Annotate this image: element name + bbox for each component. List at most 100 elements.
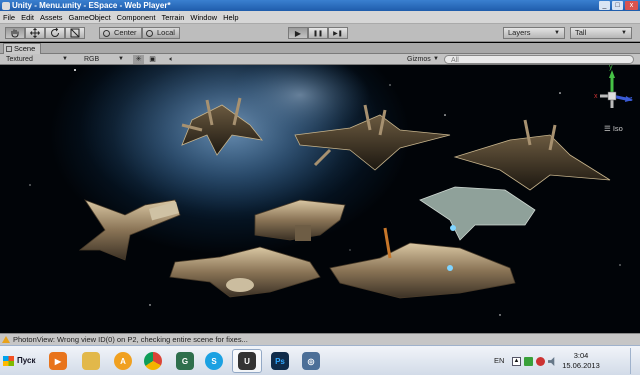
title-bar: Unity - Menu.unity - ESpace - Web Player… <box>0 0 640 11</box>
windows-logo-icon <box>3 356 14 366</box>
status-message: PhotonView: Wrong view ID(0) on P2, chec… <box>13 335 248 344</box>
rotate-tool-button[interactable] <box>45 27 65 39</box>
lighting-toggle-icon[interactable]: ✳ <box>133 55 144 64</box>
chrome-icon <box>144 352 162 370</box>
gizmo-axis-x: x <box>594 93 598 100</box>
warning-icon <box>2 336 10 343</box>
hand-tool-button[interactable] <box>5 27 25 39</box>
tray-app-icon[interactable] <box>524 357 533 366</box>
rotate-icon <box>51 28 59 37</box>
chevron-down-icon: ▼ <box>433 56 439 62</box>
render-mode-dropdown[interactable]: Textured <box>6 55 33 64</box>
local-icon <box>146 30 153 37</box>
gizmos-dropdown[interactable]: Gizmos <box>407 55 431 64</box>
layers-label: Layers <box>508 28 531 37</box>
scene-search-input[interactable]: All <box>444 55 634 64</box>
scene-tab-label: Scene <box>14 44 36 53</box>
layers-dropdown[interactable]: Layers ▼ <box>503 27 565 39</box>
clock-time: 3:04 <box>573 351 589 360</box>
pivot-center-toggle[interactable]: Center <box>99 27 142 39</box>
step-button[interactable]: ▶❚ <box>328 27 348 39</box>
language-indicator[interactable]: EN <box>494 356 504 365</box>
audio-toggle-icon[interactable]: 🔈︎ <box>166 55 177 64</box>
menu-edit[interactable]: Edit <box>18 13 37 22</box>
taskbar-app-green[interactable]: G <box>171 349 199 373</box>
scale-icon <box>70 28 80 38</box>
menu-component[interactable]: Component <box>114 13 159 22</box>
photoshop-icon: Ps <box>271 352 289 370</box>
tab-scene[interactable]: Scene <box>3 43 41 54</box>
taskbar-app-explorer[interactable] <box>77 349 105 373</box>
menu-window[interactable]: Window <box>187 13 220 22</box>
menu-bar: File Edit Assets GameObject Component Te… <box>0 11 640 24</box>
show-desktop-button[interactable] <box>630 348 639 374</box>
image-toggle-icon[interactable]: ▣ <box>147 55 158 64</box>
scale-tool-button[interactable] <box>65 27 85 39</box>
status-bar[interactable]: PhotonView: Wrong view ID(0) on P2, chec… <box>0 333 640 345</box>
scene-render: y z x <box>29 65 633 316</box>
menu-gameobject[interactable]: GameObject <box>66 13 114 22</box>
projection-text: Iso <box>612 124 623 133</box>
move-tool-button[interactable] <box>25 27 45 39</box>
maximize-button[interactable]: □ <box>612 1 623 10</box>
taskbar-app-chrome[interactable] <box>139 349 167 373</box>
media-player-icon: ▶ <box>49 352 67 370</box>
unity-icon: U <box>238 352 256 370</box>
taskbar-app-skype[interactable]: S <box>200 349 228 373</box>
scene-orientation-gizmo[interactable]: y z x <box>594 65 633 108</box>
folder-icon <box>82 352 100 370</box>
network-warning-icon[interactable] <box>536 357 545 366</box>
app-blue-icon: ◎ <box>302 352 320 370</box>
scene-icon <box>6 46 12 52</box>
menu-help[interactable]: Help <box>220 13 241 22</box>
scene-controls-bar: Textured ▼ RGB ▼ ✳ ▣ 🔈︎ Gizmos ▼ All <box>0 54 640 65</box>
menu-icon: ☰ <box>604 124 613 133</box>
spaceship-model[interactable] <box>169 246 321 298</box>
start-button[interactable]: Пуск <box>0 349 40 373</box>
scene-viewport[interactable]: y z x ☰ Iso <box>0 65 640 333</box>
toolbar: Center Local ▶ ❚❚ ▶❚ Layers ▼ Tall ▼ <box>0 24 640 42</box>
minimize-button[interactable]: _ <box>599 1 610 10</box>
taskbar-app-media-player[interactable]: ▶ <box>44 349 72 373</box>
hand-icon <box>11 29 19 38</box>
chevron-down-icon: ▼ <box>621 30 627 36</box>
close-button[interactable]: x <box>625 1 638 10</box>
spaceship-model[interactable] <box>453 119 611 191</box>
spaceship-model[interactable] <box>78 199 181 261</box>
spaceship-model[interactable] <box>419 186 536 241</box>
pivot-icon <box>103 30 110 37</box>
taskbar-app-blue[interactable]: ◎ <box>297 349 325 373</box>
chevron-down-icon: ▼ <box>554 30 560 36</box>
aimp-icon: A <box>114 352 132 370</box>
chevron-down-icon: ▼ <box>118 56 124 62</box>
app-green-icon: G <box>176 352 194 370</box>
pivot-center-label: Center <box>114 28 137 37</box>
taskbar-app-aimp[interactable]: A <box>109 349 137 373</box>
menu-terrain[interactable]: Terrain <box>158 13 187 22</box>
taskbar-app-unity[interactable]: U <box>232 349 262 373</box>
pivot-local-toggle[interactable]: Local <box>142 27 180 39</box>
pivot-local-label: Local <box>157 28 175 37</box>
spaceship-model[interactable] <box>329 227 516 299</box>
pause-button[interactable]: ❚❚ <box>308 27 328 39</box>
layout-label: Tall <box>575 28 587 37</box>
unity-app-icon <box>2 1 10 10</box>
color-mode-dropdown[interactable]: RGB <box>84 55 99 64</box>
taskbar-app-photoshop[interactable]: Ps <box>266 349 294 373</box>
start-label: Пуск <box>17 356 36 365</box>
scene-tab-strip: Scene <box>0 43 640 54</box>
menu-assets[interactable]: Assets <box>37 13 66 22</box>
taskbar: Пуск ▶ A G S U Ps ◎ EN ▲ 3:04 15.06.2013 <box>0 345 640 375</box>
tray-arrow-icon[interactable]: ▲ <box>512 357 521 366</box>
menu-file[interactable]: File <box>0 13 18 22</box>
projection-label[interactable]: ☰ Iso <box>604 124 623 133</box>
window-title: Unity - Menu.unity - ESpace - Web Player… <box>12 1 171 10</box>
layout-dropdown[interactable]: Tall ▼ <box>570 27 632 39</box>
gizmo-axis-z: z <box>629 96 633 103</box>
move-icon <box>30 28 40 38</box>
chevron-down-icon: ▼ <box>62 56 68 62</box>
play-button[interactable]: ▶ <box>288 27 308 39</box>
system-clock[interactable]: 3:04 15.06.2013 <box>556 351 606 371</box>
clock-date: 15.06.2013 <box>562 361 600 370</box>
gizmo-axis-y: y <box>609 65 613 71</box>
